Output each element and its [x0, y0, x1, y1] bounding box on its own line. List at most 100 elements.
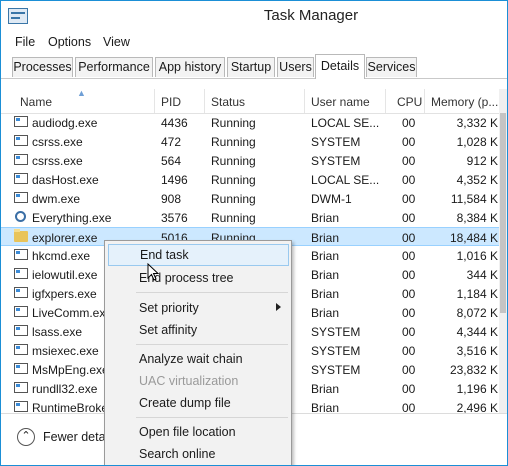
application-icon — [14, 135, 28, 146]
tab-performance[interactable]: Performance — [75, 57, 153, 77]
table-row[interactable]: audiodg.exe 4436 Running LOCAL SE... 00 3,332… — [1, 113, 501, 132]
application-icon — [14, 173, 28, 184]
cell-cpu: 00 — [402, 135, 416, 149]
cell-name: explorer.exe — [32, 231, 98, 245]
column-header: ▲ Name PID Status User name CPU Memory (… — [1, 88, 507, 114]
cell-user: SYSTEM — [311, 135, 361, 149]
cell-name: audiodg.exe — [32, 116, 98, 130]
cell-name: rundll32.exe — [32, 382, 98, 396]
tab-processes[interactable]: Processes — [12, 57, 73, 77]
submenu-arrow-icon — [276, 303, 281, 311]
cell-memory: 23,832 K — [449, 363, 498, 377]
cell-memory: 18,484 K — [449, 231, 498, 245]
tab-startup[interactable]: Startup — [227, 57, 275, 77]
menu-item-analyze-wait-chain[interactable]: Analyze wait chain — [105, 348, 291, 370]
cell-name: dasHost.exe — [32, 173, 99, 187]
vertical-scrollbar[interactable] — [499, 89, 507, 413]
tab-users[interactable]: Users — [277, 57, 314, 77]
menu-item-set-affinity[interactable]: Set affinity — [105, 319, 291, 341]
table-row[interactable]: csrss.exe 564 Running SYSTEM 00 912 K — [1, 151, 501, 170]
cell-status: Running — [211, 154, 256, 168]
application-icon — [14, 268, 28, 279]
window-title: Task Manager — [263, 7, 359, 24]
cell-name: LiveComm.exe — [32, 306, 113, 320]
cell-memory: 11,584 K — [450, 192, 498, 206]
tab-services[interactable]: Services — [366, 57, 417, 77]
column-pid[interactable]: PID — [161, 95, 181, 109]
menu-separator — [136, 344, 288, 345]
tab-details[interactable]: Details — [315, 54, 365, 79]
fewer-details-link[interactable]: Fewer detai — [43, 430, 108, 444]
cell-name: lsass.exe — [32, 325, 83, 339]
column-name[interactable]: Name — [20, 95, 52, 109]
cell-memory: 4,352 K — [456, 173, 498, 187]
cell-memory: 1,196 K — [456, 382, 498, 396]
cell-pid: 564 — [161, 154, 182, 168]
cell-cpu: 00 — [402, 211, 416, 225]
menu-item-label: End task — [140, 248, 189, 262]
cell-memory: 1,184 K — [456, 287, 498, 301]
menu-item-uac-virtualization: UAC virtualization — [105, 370, 291, 392]
cell-name: dwm.exe — [32, 192, 81, 206]
application-icon — [14, 116, 28, 127]
cell-cpu: 00 — [402, 363, 416, 377]
application-icon — [14, 325, 28, 336]
menu-item-open-file-location[interactable]: Open file location — [105, 421, 291, 443]
menu-view[interactable]: View — [103, 35, 130, 49]
cell-name: csrss.exe — [32, 154, 83, 168]
cell-cpu: 00 — [402, 382, 416, 396]
cell-cpu: 00 — [402, 268, 416, 282]
table-row[interactable]: Everything.exe 3576 Running Brian 00 8,384 K — [1, 208, 501, 227]
menu-options[interactable]: Options — [48, 35, 91, 49]
context-menu: End task End process tree Set priority S… — [104, 240, 292, 465]
column-memory[interactable]: Memory (p... — [431, 95, 499, 109]
task-manager-window: Task Manager File Options View Processes… — [0, 0, 508, 466]
menu-item-end-task[interactable]: End task — [108, 244, 289, 266]
cell-user: DWM-1 — [311, 192, 352, 206]
application-icon — [14, 287, 28, 298]
table-row[interactable]: dasHost.exe 1496 Running LOCAL SE... 00 4,352… — [1, 170, 501, 189]
cell-status: Running — [211, 192, 256, 206]
application-icon — [14, 382, 28, 393]
cell-user: SYSTEM — [311, 154, 361, 168]
tab-app-history[interactable]: App history — [155, 57, 225, 77]
collapse-circle-icon[interactable]: ⌃ — [17, 428, 35, 446]
cell-memory: 1,028 K — [456, 135, 498, 149]
cell-user: SYSTEM — [311, 344, 361, 358]
cell-user: Brian — [311, 211, 340, 225]
table-row[interactable]: dwm.exe 908 Running DWM-1 00 11,584 K — [1, 189, 501, 208]
menu-file[interactable]: File — [15, 35, 35, 49]
menu-item-create-dump-file[interactable]: Create dump file — [105, 392, 291, 414]
column-status[interactable]: Status — [211, 95, 245, 109]
cell-user: SYSTEM — [311, 325, 361, 339]
column-user-name[interactable]: User name — [311, 95, 370, 109]
cell-memory: 1,016 K — [456, 249, 498, 263]
application-icon — [14, 306, 28, 317]
cell-cpu: 00 — [402, 192, 416, 206]
menu-bar: File Options View — [1, 32, 507, 53]
cell-user: LOCAL SE... — [311, 116, 380, 130]
scrollbar-thumb[interactable] — [500, 113, 506, 313]
cell-cpu: 00 — [402, 306, 416, 320]
menu-item-end-process-tree[interactable]: End process tree — [105, 267, 291, 289]
tab-bar: Processes Performance App history Startu… — [1, 54, 507, 79]
application-icon — [14, 363, 28, 374]
menu-item-set-priority[interactable]: Set priority — [105, 297, 291, 319]
application-icon — [14, 249, 28, 260]
title-bar[interactable]: Task Manager — [1, 1, 507, 32]
cell-name: csrss.exe — [32, 135, 83, 149]
cell-cpu: 00 — [402, 325, 416, 339]
cell-user: Brian — [311, 268, 340, 282]
cell-user: Brian — [311, 249, 340, 263]
column-cpu[interactable]: CPU — [397, 95, 422, 109]
cell-memory: 8,384 K — [456, 211, 498, 225]
application-icon — [14, 154, 28, 165]
table-row[interactable]: csrss.exe 472 Running SYSTEM 00 1,028 K — [1, 132, 501, 151]
cell-user: SYSTEM — [311, 363, 361, 377]
cell-cpu: 00 — [402, 173, 416, 187]
cell-name: msiexec.exe — [32, 344, 99, 358]
menu-item-label: Open file location — [139, 425, 236, 439]
menu-separator — [136, 292, 288, 293]
menu-item-search-online[interactable]: Search online — [105, 443, 291, 465]
cell-name: ielowutil.exe — [32, 268, 98, 282]
